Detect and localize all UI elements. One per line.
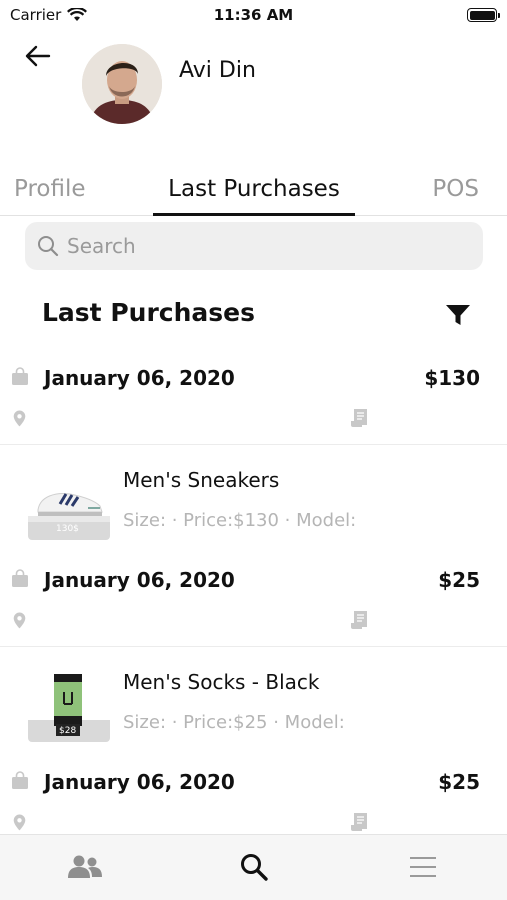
tab-last-purchases[interactable]: Last Purchases bbox=[154, 176, 354, 202]
section-title: Last Purchases bbox=[42, 298, 255, 327]
item-name[interactable]: Men's Sneakers bbox=[123, 468, 279, 492]
purchase-amount: $25 bbox=[438, 770, 480, 794]
tab-bar: Profile Last Purchases POS bbox=[0, 168, 507, 216]
location-pin-icon bbox=[13, 814, 26, 831]
item-name[interactable]: Men's Socks - Black bbox=[123, 670, 319, 694]
price-tag-text: $28 bbox=[59, 726, 76, 736]
socks-image: $28 bbox=[28, 672, 110, 742]
purchase-amount: $25 bbox=[438, 568, 480, 592]
row-divider bbox=[0, 646, 507, 647]
tab-profile[interactable]: Profile bbox=[14, 176, 86, 202]
nav-menu-tab[interactable] bbox=[405, 851, 441, 883]
back-button[interactable] bbox=[22, 40, 54, 72]
product-thumbnail-socks[interactable]: $28 bbox=[28, 672, 110, 742]
battery-icon bbox=[467, 8, 500, 22]
bottom-tab-bar bbox=[0, 834, 507, 900]
status-time: 11:36 AM bbox=[213, 6, 294, 24]
filter-button[interactable] bbox=[445, 302, 471, 328]
search-input[interactable] bbox=[67, 234, 447, 258]
tab-pos[interactable]: POS bbox=[432, 176, 479, 202]
receipt-icon[interactable] bbox=[350, 812, 368, 832]
nav-search-tab[interactable] bbox=[236, 851, 272, 883]
receipt-icon[interactable] bbox=[350, 408, 368, 428]
user-name: Avi Din bbox=[179, 58, 256, 83]
filter-icon bbox=[446, 305, 470, 325]
search-icon bbox=[38, 236, 59, 257]
sneaker-image: 130$ bbox=[28, 470, 110, 540]
item-meta: Size: · Price:$130 · Model: bbox=[123, 510, 357, 531]
menu-icon bbox=[410, 857, 436, 877]
people-icon bbox=[68, 855, 102, 878]
price-tag-text: 130$ bbox=[56, 524, 79, 534]
shopping-bag-icon bbox=[12, 367, 28, 385]
item-meta: Size: · Price:$25 · Model: bbox=[123, 712, 345, 733]
product-thumbnail-sneakers[interactable]: 130$ bbox=[28, 470, 110, 540]
nav-people-tab[interactable] bbox=[67, 851, 103, 883]
purchase-date: January 06, 2020 bbox=[44, 366, 235, 390]
location-pin-icon bbox=[13, 410, 26, 427]
avatar[interactable] bbox=[82, 44, 162, 124]
purchase-amount: $130 bbox=[424, 366, 480, 390]
shopping-bag-icon bbox=[12, 771, 28, 789]
avatar-image bbox=[82, 44, 162, 124]
arrow-left-icon bbox=[25, 45, 51, 67]
location-pin-icon bbox=[13, 612, 26, 629]
status-bar: Carrier 11:36 AM bbox=[0, 0, 507, 30]
search-icon bbox=[241, 854, 268, 881]
shopping-bag-icon bbox=[12, 569, 28, 587]
purchase-date: January 06, 2020 bbox=[44, 568, 235, 592]
purchase-date: January 06, 2020 bbox=[44, 770, 235, 794]
row-divider bbox=[0, 444, 507, 445]
active-tab-indicator bbox=[153, 213, 355, 216]
search-bar[interactable] bbox=[25, 222, 483, 270]
receipt-icon[interactable] bbox=[350, 610, 368, 630]
